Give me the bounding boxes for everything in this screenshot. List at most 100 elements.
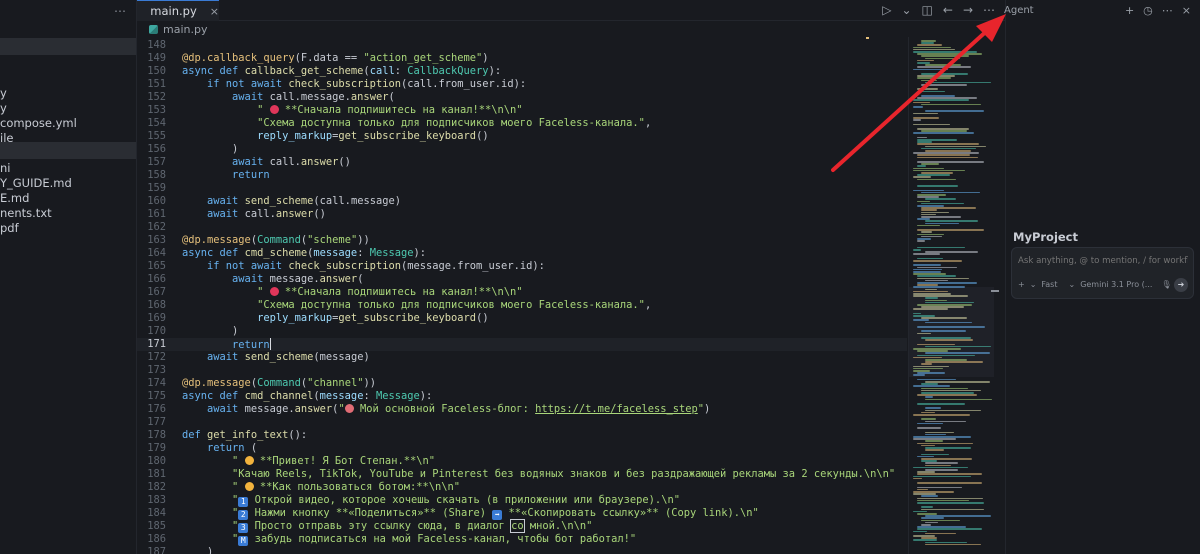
code-line[interactable]: 180 " **Привет! Я Бот Степан.**\n" [137, 455, 907, 468]
code-line[interactable]: 176 await message.answer(" Мой основной … [137, 403, 907, 416]
minimap-line [917, 486, 963, 489]
code-line[interactable]: 155 reply_markup=get_subscribe_keyboard(… [137, 130, 907, 143]
code-line[interactable]: 149 @dp.callback_query(F.data == "action_… [137, 52, 907, 65]
history-icon[interactable]: ◷ [1143, 4, 1153, 17]
explorer-file-item[interactable]: Y_GUIDE.md [0, 176, 72, 190]
minimap-line [921, 418, 937, 420]
code-line[interactable]: 178 def get_info_text(): [137, 429, 907, 442]
code-line[interactable]: 152 await call.message.answer( [137, 91, 907, 104]
code-line[interactable]: 164 async def cmd_scheme(message: Message… [137, 247, 907, 260]
code-line[interactable]: 183 " 1 Открой видео, которое хочешь скач… [137, 494, 907, 507]
code-line[interactable]: 181 "Качаю Reels, TikTok, YouTube и Pint… [137, 468, 907, 481]
explorer-file-item[interactable]: nents.txt [0, 206, 52, 220]
code-line[interactable]: 159 [137, 182, 907, 195]
explorer-file-item[interactable]: ile [0, 131, 13, 145]
code-token: () [338, 156, 351, 168]
minimap[interactable] [908, 37, 994, 554]
explorer-file-item[interactable]: y [0, 86, 7, 100]
line-number: 187 [147, 546, 166, 554]
cursor-position-marker [991, 290, 999, 292]
code-line[interactable]: 171 return [137, 338, 907, 351]
code-line[interactable]: 150 async def callback_get_scheme(call: C… [137, 65, 907, 78]
explorer-file-item[interactable]: y [0, 101, 7, 115]
split-editor-icon[interactable]: ◫ [922, 3, 933, 17]
breadcrumb[interactable]: main.py [137, 21, 907, 37]
chat-toolbar: + ⌄ Fast ⌄ Gemini 3.1 Pro (... 🎙 [1018, 280, 1172, 289]
back-icon[interactable]: ← [943, 3, 953, 17]
breadcrumb-file[interactable]: main.py [163, 23, 207, 36]
chevron-down-icon[interactable]: ⌄ [901, 3, 911, 17]
code-line[interactable]: 184 " 2 Нажми кнопку **«Поделиться»** (Sh… [137, 507, 907, 520]
code-token: cmd_channel [244, 390, 314, 402]
code-line[interactable]: 186 " М забудь подписаться на мой Faceles… [137, 533, 907, 546]
overview-ruler[interactable] [989, 37, 1001, 554]
code-line[interactable]: 182 " **Как пользоваться ботом:**\n\n" [137, 481, 907, 494]
code-token: Message [375, 390, 420, 402]
model-select[interactable]: Gemini 3.1 Pro (... [1080, 280, 1152, 289]
code-line[interactable]: 148 [137, 39, 907, 52]
minimap-line [917, 66, 971, 68]
minimap-line [921, 495, 938, 497]
code-line[interactable]: 158 return [137, 169, 907, 182]
code-line[interactable]: 151 if not await check_subscription(call… [137, 78, 907, 91]
add-context-icon[interactable]: + [1018, 280, 1025, 289]
minimap-line [921, 90, 945, 93]
minimap-line [925, 464, 951, 467]
code-line[interactable]: 167 " **Сначала подпишитесь на канал!**\… [137, 286, 907, 299]
code-line[interactable]: 185 " 3 Просто отправь эту ссылку сюда, в… [137, 519, 907, 533]
code-line[interactable]: 166 await message.answer( [137, 273, 907, 286]
code-line[interactable]: 153 " **Сначала подпишитесь на канал!**\… [137, 104, 907, 117]
code-line[interactable]: 162 [137, 221, 907, 234]
code-line[interactable]: 175 async def cmd_channel(message: Messag… [137, 390, 907, 403]
code-line[interactable]: 173 [137, 364, 907, 377]
chat-input-box[interactable]: + ⌄ Fast ⌄ Gemini 3.1 Pro (... 🎙 ➜ [1011, 247, 1194, 299]
code-token: мной.\n\n" [523, 520, 593, 532]
new-chat-icon[interactable]: + [1125, 4, 1134, 17]
explorer-file-item[interactable]: E.md [0, 191, 29, 205]
chat-input[interactable] [1018, 256, 1188, 266]
code-line[interactable]: 179 return ( [137, 442, 907, 455]
run-icon[interactable]: ▷ [882, 3, 891, 17]
code-line[interactable]: 172 await send_scheme(message) [137, 351, 907, 364]
code-line[interactable]: 168 "Схема доступна только для подписчик… [137, 299, 907, 312]
explorer-more-icon[interactable]: ⋯ [114, 4, 126, 18]
code-line[interactable]: 170 ) [137, 325, 907, 338]
code-line[interactable]: 187 ) [137, 546, 907, 554]
explorer-file-item[interactable]: compose.yml [0, 116, 77, 130]
code-editor[interactable]: 148 149 @dp.callback_query(F.data == "acti… [137, 37, 907, 554]
more-icon[interactable]: ⋯ [1162, 4, 1173, 17]
more-icon[interactable]: ⋯ [983, 3, 995, 17]
code-line[interactable]: 157 await call.answer() [137, 156, 907, 169]
agent-title[interactable]: Agent [1004, 5, 1034, 16]
close-icon[interactable]: × [210, 5, 219, 18]
minimap-line [917, 473, 982, 475]
explorer-selected-row[interactable] [0, 38, 136, 55]
minimap-line [913, 253, 940, 255]
code-line[interactable]: 177 [137, 416, 907, 429]
code-line[interactable]: 156 ) [137, 143, 907, 156]
code-line[interactable]: 174 @dp.message(Command("channel")) [137, 377, 907, 390]
mic-icon[interactable]: 🎙 [1161, 280, 1171, 289]
minimap-line [925, 222, 960, 225]
explorer-file-item[interactable]: pdf [0, 221, 19, 235]
code-line[interactable]: 154 "Схема доступна только для подписчик… [137, 117, 907, 130]
code-line[interactable]: 169 reply_markup=get_subscribe_keyboard(… [137, 312, 907, 325]
explorer-file-item[interactable]: ni [0, 161, 10, 175]
code-token: message [319, 390, 364, 402]
code-line[interactable]: 163 @dp.message(Command("scheme")) [137, 234, 907, 247]
minimap-line [925, 220, 979, 222]
code-line[interactable]: 161 await call.answer() [137, 208, 907, 221]
code-line[interactable]: 160 await send_scheme(call.message) [137, 195, 907, 208]
send-button[interactable]: ➜ [1174, 278, 1188, 292]
close-icon[interactable]: × [1182, 4, 1191, 17]
code-token: return [232, 169, 270, 181]
code-line[interactable]: 165 if not await check_subscription(mess… [137, 260, 907, 273]
minimap-line [925, 541, 968, 544]
mode-select[interactable]: Fast [1041, 280, 1057, 289]
forward-icon[interactable]: → [963, 3, 973, 17]
tab-main-py[interactable]: main.py × [137, 0, 219, 21]
explorer-selected-row[interactable] [0, 142, 136, 159]
minimap-line [921, 209, 937, 211]
